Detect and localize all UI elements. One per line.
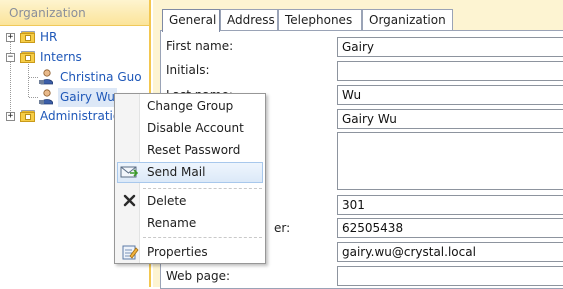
tree-node-label: Interns — [40, 50, 82, 64]
tab-organization[interactable]: Organization — [362, 9, 453, 31]
tree-node-interns[interactable]: − Interns — [0, 48, 149, 67]
menu-item-rename[interactable]: Rename — [117, 213, 263, 234]
menu-item-properties[interactable]: Properties — [117, 242, 263, 263]
collapse-icon[interactable]: − — [6, 53, 15, 62]
tab-telephones[interactable]: Telephones — [278, 9, 362, 31]
description-textarea[interactable] — [337, 132, 563, 190]
first-name-label: First name: — [166, 39, 234, 53]
menu-item-label: Properties — [147, 245, 208, 259]
menu-separator — [143, 188, 262, 189]
user-icon — [39, 89, 53, 105]
display-name-input[interactable]: Gairy Wu — [337, 109, 563, 129]
menu-separator — [143, 237, 262, 238]
menu-item-label: Send Mail — [147, 165, 206, 179]
tree-node-label: Christina Guo — [60, 70, 142, 84]
expand-icon[interactable]: + — [6, 33, 15, 42]
email-input[interactable]: gairy.wu@crystal.local — [337, 242, 563, 262]
tree-node-christina-guo[interactable]: Christina Guo — [0, 68, 149, 87]
menu-item-reset-password[interactable]: Reset Password — [117, 140, 263, 161]
mail-icon — [120, 166, 138, 178]
web-page-label: Web page: — [166, 269, 230, 283]
delete-x-icon — [123, 194, 136, 207]
telephone-input[interactable]: 62505438 — [337, 218, 563, 238]
menu-item-send-mail[interactable]: Send Mail — [117, 162, 263, 183]
web-page-input[interactable] — [337, 266, 563, 286]
menu-item-change-group[interactable]: Change Group — [117, 96, 263, 117]
context-menu: Change Group Disable Account Reset Passw… — [114, 93, 266, 264]
tree-node-hr[interactable]: + HR — [0, 28, 149, 47]
folder-icon — [20, 51, 35, 63]
tree-node-label: HR — [40, 30, 58, 44]
user-icon — [39, 69, 53, 85]
initials-label: Initials: — [166, 63, 210, 77]
folder-icon — [20, 31, 35, 43]
folder-icon — [20, 110, 35, 122]
menu-item-disable-account[interactable]: Disable Account — [117, 118, 263, 139]
initials-input[interactable] — [337, 61, 563, 81]
first-name-input[interactable]: Gairy — [337, 37, 563, 57]
tree-header: Organization — [0, 0, 149, 26]
menu-item-delete[interactable]: Delete — [117, 191, 263, 212]
expand-icon[interactable]: + — [6, 112, 15, 121]
telephone-label: er: — [274, 221, 291, 235]
properties-icon — [122, 245, 139, 260]
last-name-input[interactable]: Wu — [337, 85, 563, 105]
tab-address[interactable]: Address — [220, 9, 278, 31]
office-input[interactable]: 301 — [337, 195, 563, 215]
tree-node-label: Gairy Wu — [58, 88, 117, 107]
menu-item-label: Delete — [147, 194, 187, 208]
tab-general[interactable]: General — [162, 9, 220, 32]
